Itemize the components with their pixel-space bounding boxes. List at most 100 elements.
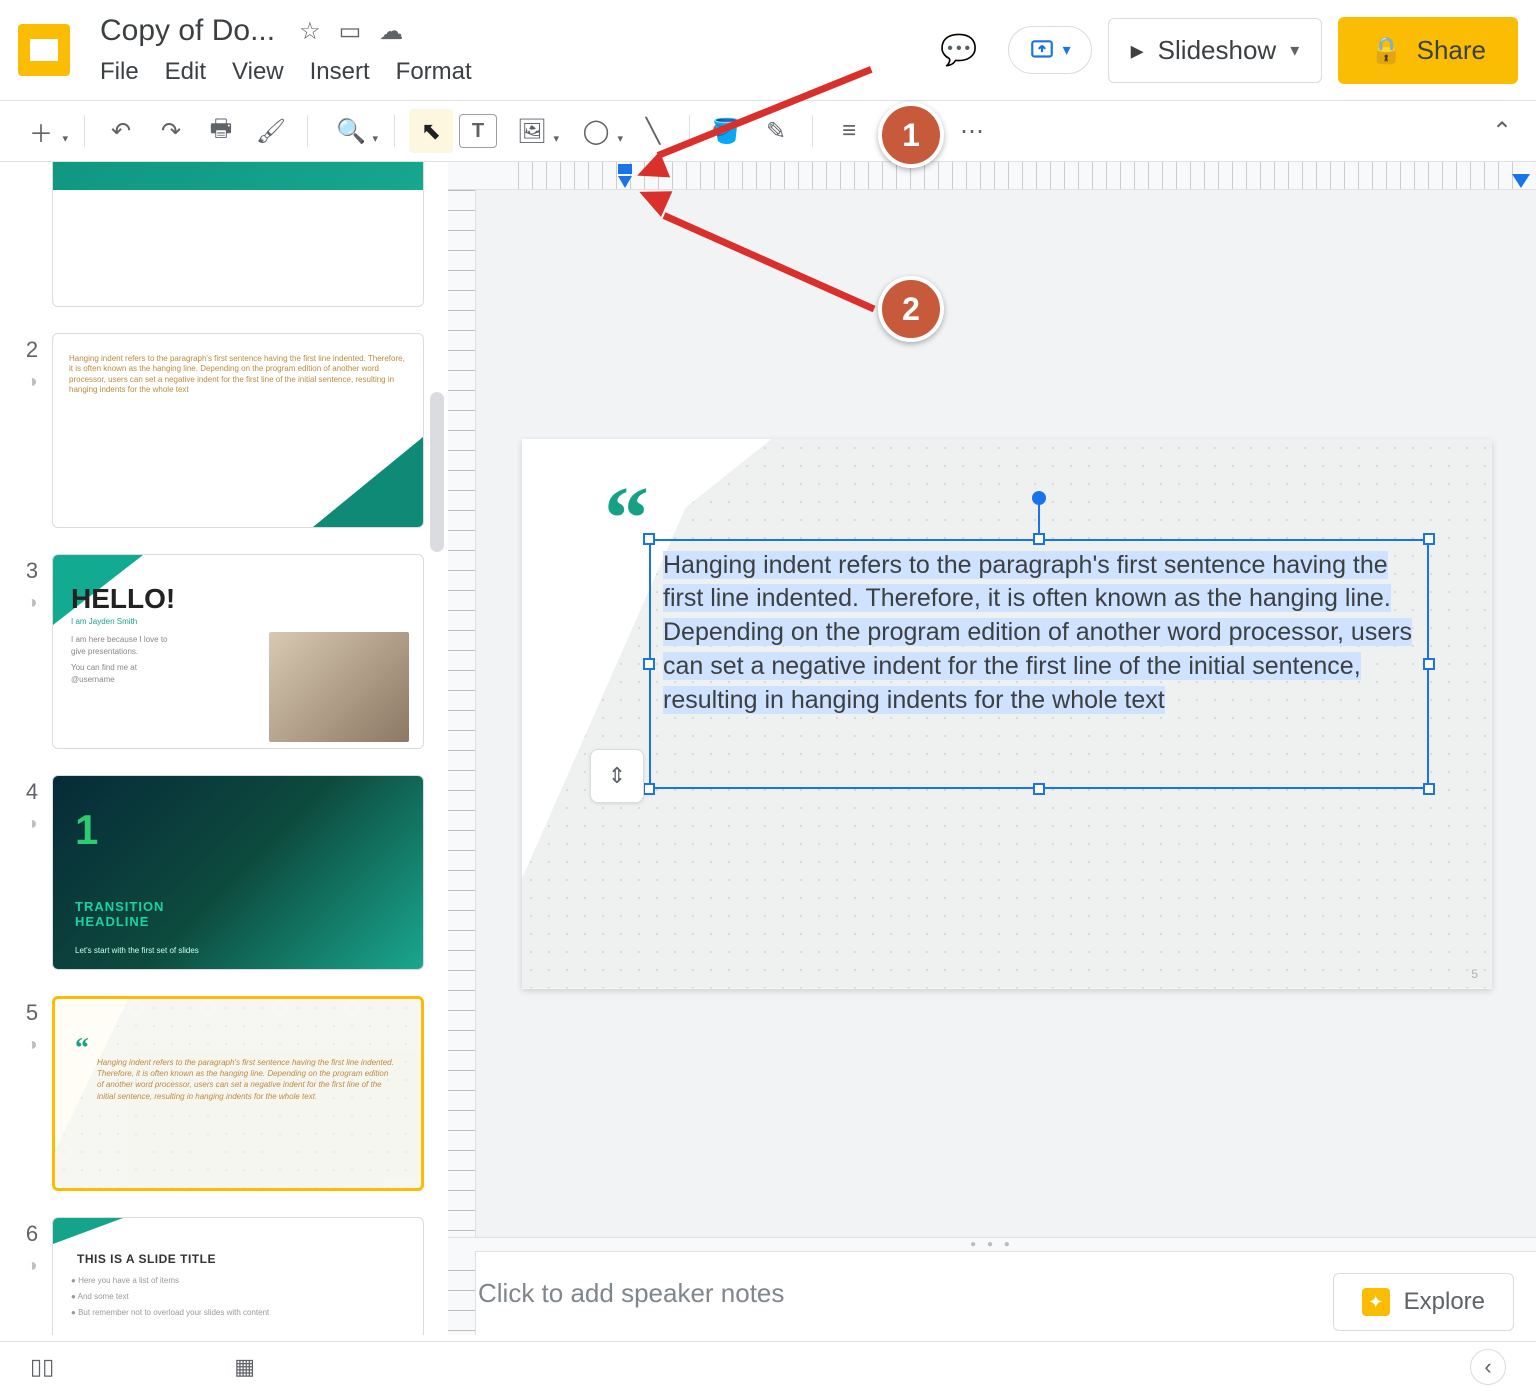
animation-icon: ◑ <box>27 1255 38 1276</box>
menu-file[interactable]: File <box>100 58 139 86</box>
resize-handle[interactable] <box>1033 783 1045 795</box>
separator <box>307 115 308 147</box>
filmstrip-slide[interactable]: 4 ◑ 1 TRANSITIONHEADLINE Let's start wit… <box>12 775 424 970</box>
explore-icon: ✦ <box>1362 1288 1390 1316</box>
thumb-photo <box>269 632 409 742</box>
resize-handle[interactable] <box>1033 533 1045 545</box>
chevron-down-icon: ▾ <box>1063 40 1071 60</box>
resize-handle[interactable] <box>1423 783 1435 795</box>
grid-view-icon[interactable]: ▦ <box>234 1354 255 1380</box>
thumb-transition: TRANSITIONHEADLINE <box>75 899 164 929</box>
resize-handle[interactable] <box>643 783 655 795</box>
thumb-para: Hanging indent refers to the paragraph's… <box>97 1057 397 1102</box>
app-header: Copy of Do... ☆ ▭ ☁ File Edit View Inser… <box>0 0 1536 101</box>
menu-bar: File Edit View Insert Format <box>100 58 472 86</box>
doc-area: Copy of Do... ☆ ▭ ☁ File Edit View Inser… <box>100 14 472 86</box>
paint-format-button[interactable]: 🖌 <box>249 109 293 153</box>
image-button[interactable]: 🖼 <box>503 109 561 153</box>
main-area: 2 ◑ Hanging indent refers to the paragra… <box>0 162 1536 1335</box>
filmstrip-scrollbar[interactable] <box>430 392 444 552</box>
thumb-text: Hanging indent refers to the paragraph's… <box>69 354 407 396</box>
menu-view[interactable]: View <box>232 58 284 86</box>
selected-textbox[interactable]: Hanging indent refers to the paragraph's… <box>649 539 1429 789</box>
filmstrip-slide[interactable]: 3 ◑ HELLO! I am Jayden Smith I am here b… <box>12 554 424 749</box>
back-button[interactable]: ‹ <box>1470 1349 1506 1385</box>
resize-handle[interactable] <box>643 533 655 545</box>
shape-button[interactable]: ◯ <box>567 109 625 153</box>
select-tool-button[interactable]: ⬉ <box>409 109 453 153</box>
star-icon[interactable]: ☆ <box>299 17 321 46</box>
speaker-notes-placeholder: Click to add speaker notes <box>478 1278 784 1309</box>
resize-handle[interactable] <box>1423 533 1435 545</box>
align-button[interactable]: ≡ <box>827 109 871 153</box>
cloud-icon[interactable]: ☁ <box>379 17 403 46</box>
filmstrip-view-icon[interactable]: ▯▯ <box>30 1354 54 1380</box>
zoom-button[interactable]: 🔍 <box>322 109 380 153</box>
explore-label: Explore <box>1404 1288 1485 1316</box>
resize-handle[interactable] <box>643 658 655 670</box>
slide-number: 3 <box>26 558 38 584</box>
filmstrip-slide-selected[interactable]: 5 ◑ “ Hanging indent refers to the parag… <box>12 996 424 1191</box>
slideshow-label: Slideshow <box>1158 35 1277 66</box>
slide-page-number: 5 <box>1471 967 1478 981</box>
filmstrip-slide[interactable]: 2 ◑ Hanging indent refers to the paragra… <box>12 333 424 528</box>
slide-canvas[interactable]: “ Hanging indent refers to the paragraph… <box>522 439 1492 989</box>
share-button[interactable]: 🔒 Share <box>1338 17 1518 84</box>
filmstrip-slide[interactable]: 6 ◑ THIS IS A SLIDE TITLE ● Here you hav… <box>12 1217 424 1335</box>
animation-icon: ◑ <box>27 371 38 392</box>
horizontal-ruler[interactable] <box>448 162 1536 190</box>
line-spacing-button[interactable]: ☰ <box>877 109 921 153</box>
redo-button[interactable]: ↷ <box>149 109 193 153</box>
collapse-toolbar-button[interactable]: ⌃ <box>1480 109 1524 153</box>
more-button[interactable]: ⋯ <box>950 109 994 153</box>
thumb-quote: “ <box>75 1033 89 1065</box>
lock-icon: 🔒 <box>1370 35 1402 66</box>
slide-number: 4 <box>26 779 38 805</box>
document-title[interactable]: Copy of Do... <box>100 14 275 48</box>
filmstrip[interactable]: 2 ◑ Hanging indent refers to the paragra… <box>0 162 448 1335</box>
ruler-left-indent[interactable] <box>618 176 632 188</box>
notes-resize-bar[interactable]: ● ● ● <box>448 1237 1536 1251</box>
animation-icon: ◑ <box>27 592 38 613</box>
quote-icon: “ <box>604 501 649 537</box>
move-icon[interactable]: ▭ <box>339 17 362 46</box>
thumb-bignum: 1 <box>75 806 98 854</box>
canvas-column: “ Hanging indent refers to the paragraph… <box>448 162 1536 1335</box>
new-slide-button[interactable]: ＋ <box>12 109 70 153</box>
chevron-down-icon[interactable]: ▾ <box>1290 40 1299 61</box>
slide-number: 2 <box>26 337 38 363</box>
slides-logo <box>18 24 70 76</box>
slide-number: 5 <box>26 1000 38 1026</box>
menu-edit[interactable]: Edit <box>165 58 206 86</box>
slide-number: 6 <box>26 1221 38 1247</box>
ruler-first-line-indent[interactable] <box>618 164 632 174</box>
textbox-content[interactable]: Hanging indent refers to the paragraph's… <box>657 547 1421 781</box>
textbox-tool-button[interactable]: T <box>459 114 497 148</box>
undo-button[interactable]: ↶ <box>99 109 143 153</box>
rotate-handle[interactable] <box>1032 491 1046 505</box>
bottom-bar: ▯▯ ▦ ‹ <box>0 1341 1536 1391</box>
thumb-transition-sub: Let's start with the first set of slides <box>75 946 199 955</box>
thumb-hello: HELLO! <box>71 583 175 615</box>
drag-handle-icon[interactable]: ⇕ <box>590 749 644 803</box>
animation-icon: ◑ <box>27 813 38 834</box>
print-button[interactable]: 🖶 <box>199 109 243 153</box>
animation-icon: ◑ <box>27 1034 38 1055</box>
ruler-right-indent[interactable] <box>1512 174 1530 188</box>
explore-button[interactable]: ✦ Explore <box>1333 1273 1514 1331</box>
present-up-icon <box>1029 37 1055 63</box>
present-button[interactable]: ▾ <box>1008 26 1092 74</box>
separator <box>84 115 85 147</box>
menu-format[interactable]: Format <box>396 58 472 86</box>
thumb-sub: I am Jayden Smith <box>71 617 137 626</box>
slideshow-button[interactable]: ▸ Slideshow ▾ <box>1108 18 1323 83</box>
separator <box>935 115 936 147</box>
resize-handle[interactable] <box>1423 658 1435 670</box>
thumb-title: THIS IS A SLIDE TITLE <box>77 1252 216 1266</box>
play-icon: ▸ <box>1131 35 1144 66</box>
separator <box>812 115 813 147</box>
separator <box>394 115 395 147</box>
comments-icon[interactable]: 💬 <box>926 23 991 78</box>
filmstrip-slide[interactable] <box>12 162 424 307</box>
menu-insert[interactable]: Insert <box>310 58 370 86</box>
